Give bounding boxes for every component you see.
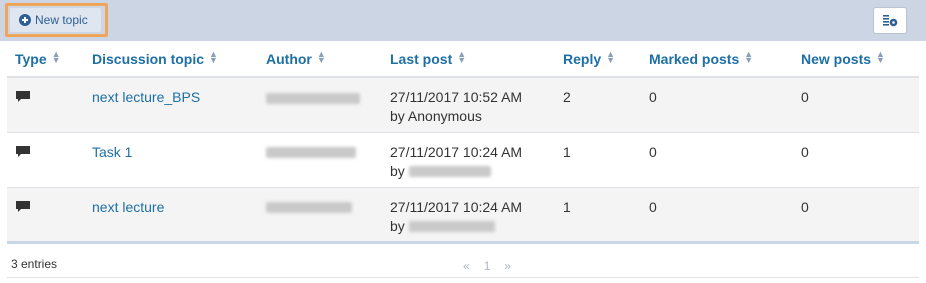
column-label: Author: [266, 50, 312, 67]
author-name-redacted: [266, 92, 360, 104]
pager-page-1[interactable]: 1: [484, 259, 491, 273]
sort-icon: ▲ ▼: [606, 48, 616, 65]
new-topic-label: New topic: [35, 13, 88, 27]
column-label: Reply: [563, 50, 602, 67]
last-post-author-redacted: [408, 166, 491, 178]
last-post-date: 27/11/2017 10:24 AM: [390, 198, 523, 215]
reply-cell: 1: [555, 132, 641, 188]
last-post-cell: 27/11/2017 10:24 AM by: [382, 132, 555, 188]
last-post-date: 27/11/2017 10:52 AM: [390, 89, 523, 105]
last-post-author: by: [390, 162, 555, 181]
speech-bubble-icon: [16, 91, 30, 102]
new-posts-cell: 0: [793, 77, 919, 133]
column-header-topic[interactable]: Discussion topic ▲ ▼: [84, 41, 258, 78]
reply-cell: 1: [555, 187, 641, 244]
discussion-table: Type ▲ ▼ Discussion topic ▲ ▼ Author ▲ ▼ Last …: [7, 41, 919, 244]
new-posts-cell: 0: [793, 132, 919, 188]
column-header-marked-posts[interactable]: Marked posts ▲ ▼: [641, 41, 793, 78]
column-header-type[interactable]: Type ▲ ▼: [7, 41, 84, 78]
sort-icon: ▲ ▼: [316, 48, 326, 65]
topic-link[interactable]: next lecture_BPS: [92, 89, 200, 105]
last-post-date: 27/11/2017 10:24 AM: [390, 143, 523, 160]
pager-prev-button[interactable]: «: [463, 259, 470, 273]
author-cell: [258, 77, 382, 133]
column-label: Last post: [390, 50, 453, 67]
marked-posts-cell: 0: [641, 187, 793, 244]
by-label: by: [390, 217, 405, 234]
last-post-cell: 27/11/2017 10:24 AM by: [382, 187, 555, 244]
sort-icon: ▲ ▼: [51, 48, 61, 65]
sort-icon: ▲ ▼: [209, 48, 218, 65]
column-header-last-post[interactable]: Last post ▲ ▼: [382, 41, 555, 78]
column-header-reply[interactable]: Reply ▲ ▼: [555, 41, 641, 78]
topic-cell: Task 1: [84, 132, 258, 188]
entries-count: 3 entries: [11, 257, 58, 271]
column-label: Marked posts: [649, 50, 740, 67]
author-cell: [258, 132, 382, 188]
sort-icon: ▲ ▼: [876, 48, 885, 65]
type-cell: [7, 77, 84, 133]
table-header-row: Type ▲ ▼ Discussion topic ▲ ▼ Author ▲ ▼ Last …: [7, 41, 919, 78]
type-cell: [7, 187, 84, 244]
new-topic-button[interactable]: New topic: [10, 8, 101, 32]
pager-next-button[interactable]: »: [504, 259, 511, 273]
table-row[interactable]: next lecture_BPS 27/11/2017 10:52 AM by …: [7, 77, 919, 133]
author-cell: [258, 187, 382, 244]
column-header-author[interactable]: Author ▲ ▼: [258, 41, 382, 78]
by-label: by: [390, 162, 405, 179]
last-post-author: by: [390, 217, 555, 236]
toolbar: New topic: [0, 0, 926, 41]
topic-cell: next lecture_BPS: [84, 77, 258, 133]
last-post-author: by Anonymous: [390, 107, 555, 126]
marked-posts-cell: 0: [641, 132, 793, 188]
column-label: New posts: [801, 50, 872, 67]
last-post-cell: 27/11/2017 10:52 AM by Anonymous: [382, 77, 555, 133]
last-post-author-name: Anonymous: [407, 108, 482, 124]
table-row[interactable]: Task 1 27/11/2017 10:24 AM by 1 0 0: [7, 132, 919, 188]
topic-cell: next lecture: [84, 187, 258, 244]
speech-bubble-icon: [16, 200, 30, 212]
new-topic-highlight: New topic: [5, 3, 108, 37]
speech-bubble-icon: [16, 145, 30, 157]
column-header-new-posts[interactable]: New posts ▲ ▼: [793, 41, 919, 78]
author-name-redacted: [266, 147, 356, 159]
author-name-redacted: [266, 202, 352, 214]
new-posts-cell: 0: [793, 187, 919, 244]
column-label: Discussion topic: [92, 50, 205, 67]
sort-icon: ▲ ▼: [457, 48, 467, 65]
pagination: « 1 »: [463, 259, 511, 273]
topic-link[interactable]: Task 1: [92, 144, 132, 160]
table-settings-button[interactable]: [873, 7, 907, 34]
table-footer: 3 entries « 1 »: [0, 251, 926, 278]
sort-icon: ▲ ▼: [744, 48, 754, 65]
last-post-author-redacted: [408, 221, 495, 233]
reply-cell: 2: [555, 77, 641, 133]
column-label: Type: [15, 50, 47, 67]
plus-circle-icon: [19, 14, 31, 26]
table-row[interactable]: next lecture 27/11/2017 10:24 AM by 1 0 …: [7, 187, 919, 244]
topic-link[interactable]: next lecture: [92, 199, 164, 215]
marked-posts-cell: 0: [641, 77, 793, 133]
type-cell: [7, 132, 84, 188]
table-settings-icon: [883, 14, 898, 26]
by-label: by: [390, 108, 405, 124]
divider: [7, 277, 919, 278]
